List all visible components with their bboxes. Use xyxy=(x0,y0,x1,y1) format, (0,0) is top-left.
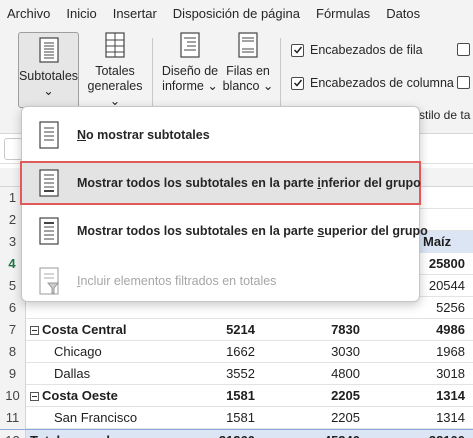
ribbon-divider xyxy=(280,38,281,108)
diseno-informe-button[interactable]: Diseño de informe ⌄ xyxy=(160,32,220,94)
row-number[interactable]: 12 xyxy=(0,430,26,438)
menu-archivo[interactable]: Archivo xyxy=(0,6,58,21)
subtotals-bottom-icon xyxy=(39,169,59,197)
value-cell[interactable]: 5256 xyxy=(436,297,465,319)
totales-label-2: generales ⌄ xyxy=(87,79,143,108)
group-label: Costa Central xyxy=(42,322,127,337)
menu-item-no-subtotales[interactable]: No mostrar subtotales xyxy=(22,115,419,155)
columnas-bandas-checkbox[interactable] xyxy=(457,76,470,89)
value-cell[interactable]: 1968 xyxy=(436,341,465,363)
row-number[interactable]: 8 xyxy=(0,341,26,363)
value-cell[interactable]: 3552 xyxy=(226,363,255,385)
value-cell[interactable]: 25800 xyxy=(429,253,465,275)
value-cell[interactable]: 7830 xyxy=(331,319,360,341)
no-subtotals-icon xyxy=(39,121,59,149)
menu-insertar[interactable]: Insertar xyxy=(105,6,165,21)
menu-item-label: No mostrar subtotales xyxy=(77,128,210,142)
report-layout-icon xyxy=(180,32,200,58)
row-number[interactable]: 7 xyxy=(0,319,26,341)
menu-item-subtotales-inferior[interactable]: Mostrar todos los subtotales en la parte… xyxy=(20,161,421,205)
menu-datos[interactable]: Datos xyxy=(378,6,428,21)
menu-item-label: Mostrar todos los subtotales en la parte… xyxy=(77,176,421,190)
table-row: 8 Chicago 1662 3030 1968 xyxy=(0,341,473,363)
grand-totals-icon xyxy=(105,32,125,58)
total-label-cell[interactable]: Total general xyxy=(30,430,110,438)
value-cell[interactable]: 1581 xyxy=(226,407,255,429)
totales-label-1: Totales xyxy=(95,64,135,78)
menu-disposicion[interactable]: Disposición de página xyxy=(165,6,308,21)
child-label-cell[interactable]: Chicago xyxy=(54,341,102,363)
blank-rows-icon xyxy=(238,32,258,58)
value-cell[interactable]: 5214 xyxy=(226,319,255,341)
encabezados-columna-checkbox[interactable]: Encabezados de columna xyxy=(291,76,454,90)
estilo-tabla-label: stilo de ta xyxy=(419,108,471,122)
filter-totals-icon xyxy=(39,267,60,295)
table-row: 10 Costa Oeste 1581 2205 1314 xyxy=(0,385,473,407)
value-cell[interactable]: 45240 xyxy=(324,430,360,438)
child-label-cell[interactable]: Dallas xyxy=(54,363,90,385)
filas-label-2: blanco ⌄ xyxy=(222,79,274,93)
collapse-icon[interactable] xyxy=(30,326,39,335)
menu-item-label: Mostrar todos los subtotales en la parte… xyxy=(77,224,428,238)
table-row: 9 Dallas 3552 4800 3018 xyxy=(0,363,473,385)
filas-label-1: Filas en xyxy=(226,64,270,78)
checkmark-icon xyxy=(291,76,304,90)
value-cell[interactable]: 1314 xyxy=(436,385,465,407)
subtotales-dropdown: No mostrar subtotales Mostrar todos los … xyxy=(20,106,428,302)
ribbon-divider xyxy=(152,38,153,108)
chevron-down-icon: ⌄ xyxy=(43,84,54,98)
value-cell[interactable]: 1314 xyxy=(436,407,465,429)
row-number[interactable]: 11 xyxy=(0,407,26,429)
subtotals-top-icon xyxy=(39,217,59,245)
subtotals-icon xyxy=(38,37,59,63)
collapse-icon[interactable] xyxy=(30,392,39,401)
value-cell[interactable]: 2205 xyxy=(331,407,360,429)
row-number[interactable]: 10 xyxy=(0,385,26,407)
value-cell[interactable]: 31260 xyxy=(219,430,255,438)
subtotales-button[interactable]: Subtotales ⌄ xyxy=(18,32,79,108)
encabezados-fila-label: Encabezados de fila xyxy=(310,43,423,57)
checkmark-icon xyxy=(291,43,304,57)
value-cell[interactable]: 2205 xyxy=(331,385,360,407)
row-number[interactable]: 9 xyxy=(0,363,26,385)
diseno-label-1: Diseño de xyxy=(161,64,219,78)
value-cell[interactable]: 1581 xyxy=(226,385,255,407)
value-cell[interactable]: 3018 xyxy=(436,363,465,385)
filas-bandas-checkbox[interactable] xyxy=(457,43,470,56)
menu-formulas[interactable]: Fórmulas xyxy=(308,6,378,21)
table-row-total: 12 Total general 31260 45240 32100 xyxy=(0,429,473,438)
filas-blanco-button[interactable]: Filas en blanco ⌄ xyxy=(222,32,274,94)
group-label: Costa Oeste xyxy=(42,388,118,403)
value-cell[interactable]: 20544 xyxy=(429,275,465,297)
menu-inicio[interactable]: Inicio xyxy=(58,6,104,21)
value-cell[interactable]: 4986 xyxy=(436,319,465,341)
group-label-cell[interactable]: Costa Oeste xyxy=(30,385,118,407)
value-cell[interactable]: 3030 xyxy=(331,341,360,363)
value-cell[interactable]: 4800 xyxy=(331,363,360,385)
table-row: 11 San Francisco 1581 2205 1314 xyxy=(0,407,473,429)
group-label-cell[interactable]: Costa Central xyxy=(30,319,127,341)
encabezados-columna-label: Encabezados de columna xyxy=(310,76,454,90)
diseno-label-2: informe ⌄ xyxy=(162,79,218,93)
menu-item-subtotales-superior[interactable]: Mostrar todos los subtotales en la parte… xyxy=(22,211,428,251)
value-cell[interactable]: 1662 xyxy=(226,341,255,363)
menu-bar: Archivo Inicio Insertar Disposición de p… xyxy=(0,0,473,26)
table-row: 7 Costa Central 5214 7830 4986 xyxy=(0,319,473,341)
value-cell[interactable]: 32100 xyxy=(429,430,465,438)
menu-item-label: Incluir elementos filtrados en totales xyxy=(77,274,277,288)
menu-item-incluir-filtrados[interactable]: Incluir elementos filtrados en totales xyxy=(22,261,419,301)
child-label-cell[interactable]: San Francisco xyxy=(54,407,137,429)
excel-window: Archivo Inicio Insertar Disposición de p… xyxy=(0,0,473,438)
totales-generales-button[interactable]: Totales generales ⌄ xyxy=(83,32,147,109)
encabezados-fila-checkbox[interactable]: Encabezados de fila xyxy=(291,43,423,57)
subtotales-label: Subtotales xyxy=(18,69,79,83)
